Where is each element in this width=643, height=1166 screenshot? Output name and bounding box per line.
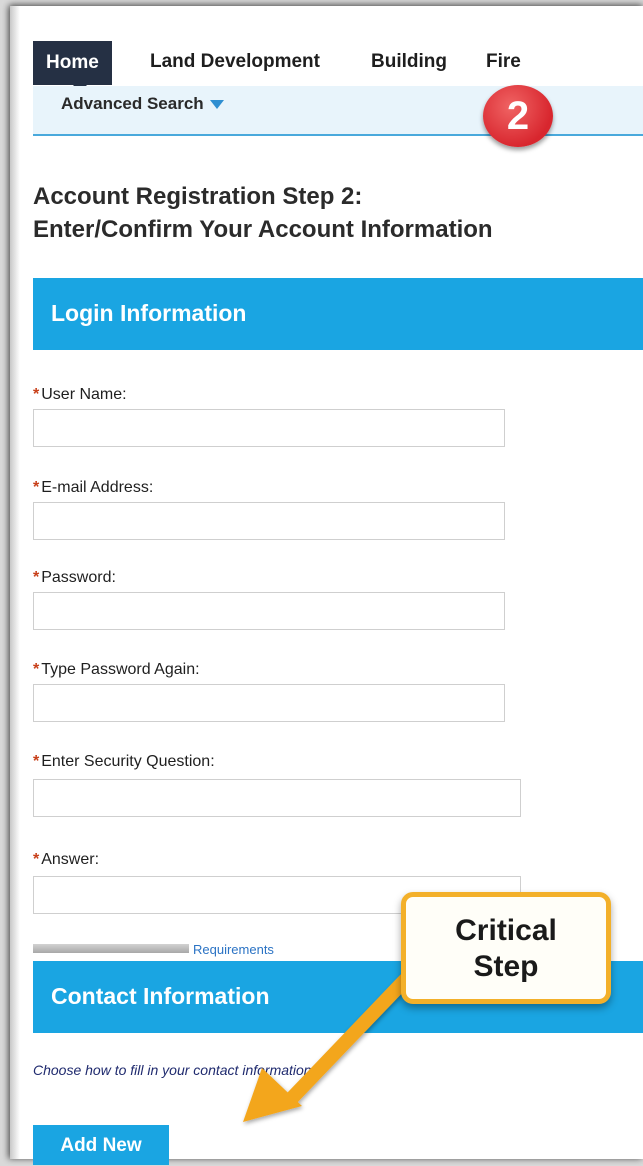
page-title-line2: Enter/Confirm Your Account Information: [33, 216, 493, 243]
callout-line2: Step: [473, 950, 539, 983]
add-new-button[interactable]: Add New: [33, 1125, 169, 1165]
critical-step-callout: Critical Step: [401, 892, 611, 1004]
password-strength-bar: [33, 944, 189, 953]
caret-down-icon: [209, 100, 224, 110]
password-input[interactable]: [33, 592, 505, 630]
password-label: * Password:: [33, 569, 116, 586]
username-label: * User Name:: [33, 386, 127, 403]
tab-fire[interactable]: Fire: [486, 42, 521, 82]
tab-land-development[interactable]: Land Development: [150, 42, 320, 82]
step-badge: 2: [483, 85, 553, 147]
email-label: * E-mail Address:: [33, 479, 154, 496]
callout-line1: Critical: [455, 914, 557, 947]
login-section-header: Login Information: [33, 278, 643, 350]
required-marker: *: [33, 851, 40, 868]
advanced-search-menu[interactable]: Advanced Search: [61, 94, 224, 114]
password-confirm-input[interactable]: [33, 684, 505, 722]
username-input[interactable]: [33, 409, 505, 447]
tab-building[interactable]: Building: [371, 42, 447, 82]
requirements-link[interactable]: Requirements: [193, 942, 274, 957]
security-question-input[interactable]: [33, 779, 521, 817]
tab-home[interactable]: Home: [33, 41, 112, 92]
main-nav: Home Land Development Building Fire: [33, 34, 643, 92]
page-title-line1: Account Registration Step 2:: [33, 183, 363, 210]
password-confirm-label: * Type Password Again:: [33, 661, 200, 678]
email-input[interactable]: [33, 502, 505, 540]
advanced-search-label: Advanced Search: [61, 94, 204, 113]
required-marker: *: [33, 386, 40, 403]
page-title: Account Registration Step 2: Enter/Confi…: [33, 180, 593, 246]
required-marker: *: [33, 569, 40, 586]
answer-label: * Answer:: [33, 851, 100, 868]
security-question-label: * Enter Security Question:: [33, 753, 215, 770]
required-marker: *: [33, 479, 40, 496]
required-marker: *: [33, 753, 40, 770]
login-section-title: Login Information: [51, 300, 247, 326]
contact-instructions: Choose how to fill in your contact infor…: [33, 1062, 316, 1078]
required-marker: *: [33, 661, 40, 678]
contact-section-title: Contact Information: [51, 983, 270, 1009]
